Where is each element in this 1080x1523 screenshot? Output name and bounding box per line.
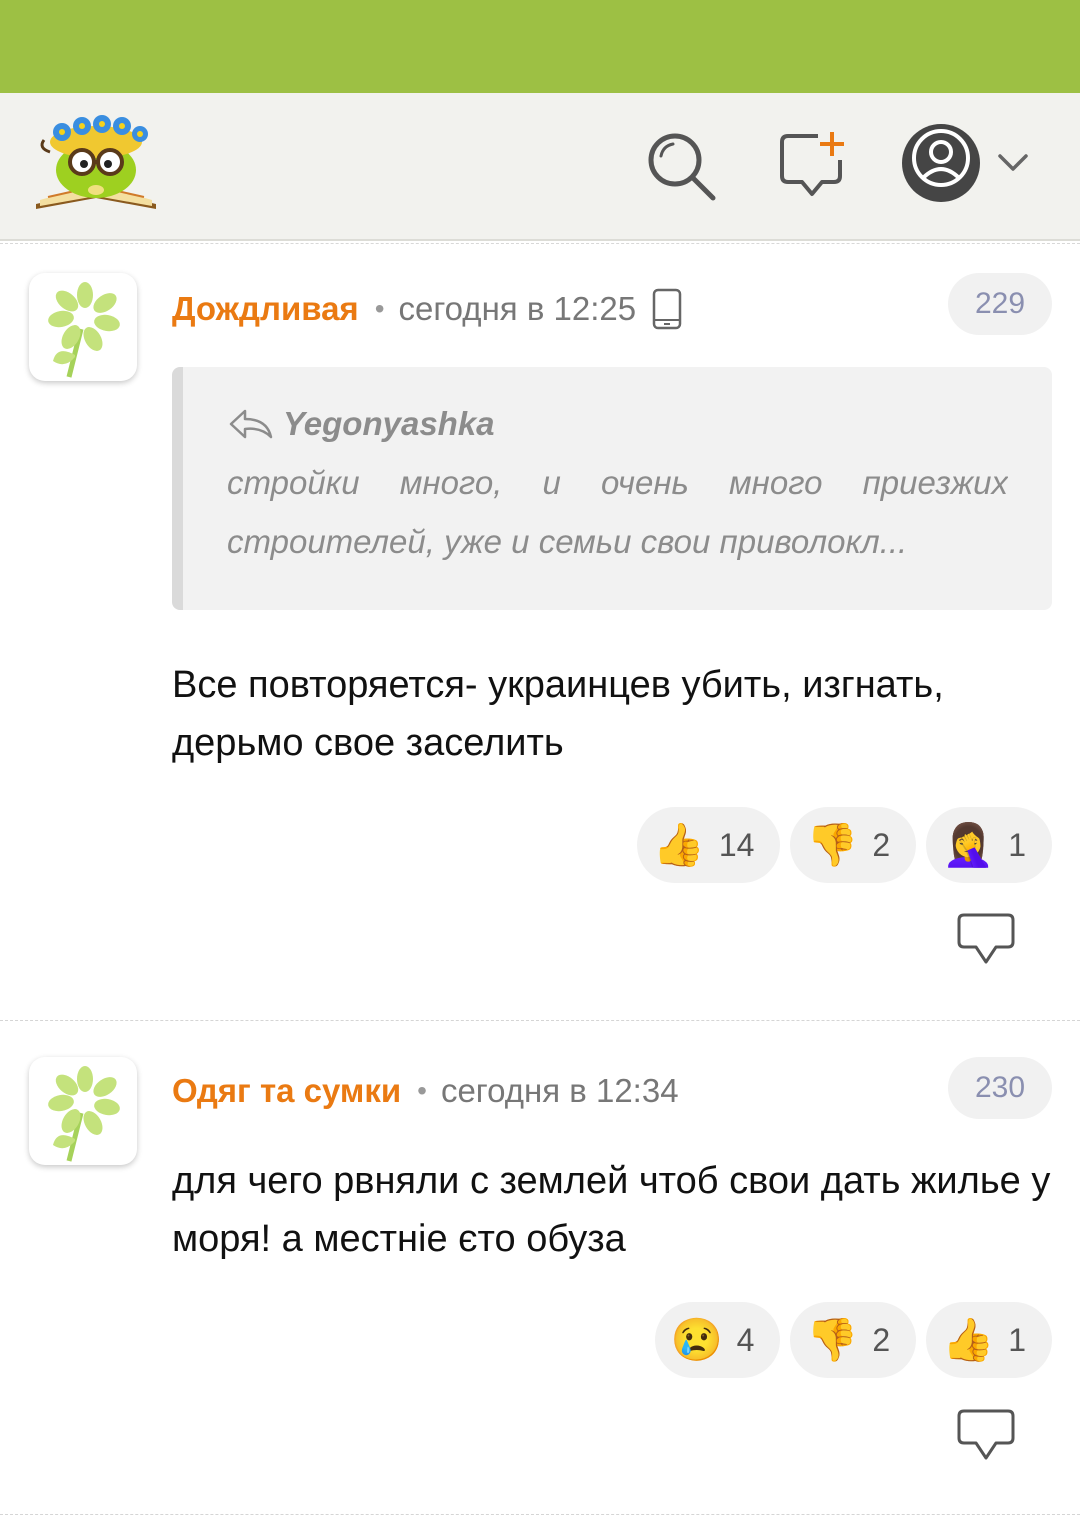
flower-icon bbox=[48, 282, 120, 378]
search-icon[interactable] bbox=[645, 130, 717, 202]
reaction-count: 2 bbox=[872, 826, 891, 863]
comment-divider bbox=[0, 1020, 1080, 1021]
new-post-icon[interactable] bbox=[778, 130, 848, 200]
comment-text: Все повторяется- украинцев убить, изгнат… bbox=[172, 664, 944, 764]
meta-separator: • bbox=[417, 1075, 427, 1106]
status-bar bbox=[0, 0, 1080, 93]
user-avatar-icon[interactable] bbox=[900, 122, 982, 204]
comment-divider bbox=[0, 1514, 1080, 1515]
reaction-count: 14 bbox=[718, 826, 755, 863]
reaction-count: 2 bbox=[872, 1321, 891, 1358]
comment-time: сегодня в 12:25 bbox=[398, 290, 637, 327]
comment-meta: Дождливая • сегодня в 12:25 bbox=[172, 288, 682, 330]
reaction-thumbs-up[interactable]: 👍 14 bbox=[636, 807, 781, 883]
thumbs-down-icon: 👎 bbox=[806, 1316, 859, 1363]
comment-time: сегодня в 12:34 bbox=[440, 1072, 679, 1109]
reaction-thumbs-up[interactable]: 👍 1 bbox=[926, 1302, 1052, 1378]
crying-face-icon: 😢 bbox=[670, 1316, 723, 1363]
quoted-reply[interactable]: Yegonyashka стройки много, и очень много… bbox=[172, 367, 1052, 610]
comment-number-badge[interactable]: 230 bbox=[948, 1057, 1052, 1119]
reactions-bar: 👍 14 👎 2 🤦‍♀️ 1 bbox=[636, 807, 1052, 883]
meta-separator: • bbox=[374, 293, 385, 324]
reaction-facepalm[interactable]: 🤦‍♀️ 1 bbox=[926, 807, 1052, 883]
flower-icon bbox=[48, 1066, 120, 1162]
author-name[interactable]: Дождливая bbox=[172, 290, 359, 328]
quote-author-name: Yegonyashka bbox=[283, 405, 495, 442]
reaction-thumbs-down[interactable]: 👎 2 bbox=[790, 807, 917, 883]
reaction-crying[interactable]: 😢 4 bbox=[654, 1302, 781, 1378]
author-name[interactable]: Одяг та сумки bbox=[172, 1072, 401, 1110]
thumbs-down-icon: 👎 bbox=[806, 821, 859, 868]
quote-text: стройки много, и очень много приезжих ст… bbox=[227, 464, 1008, 560]
reply-arrow-icon bbox=[229, 409, 273, 439]
reactions-bar: 😢 4 👎 2 👍 1 bbox=[654, 1302, 1052, 1378]
comment-text: для чего рвняли с землей чтоб свои дать … bbox=[172, 1160, 1051, 1260]
thumbs-up-icon: 👍 bbox=[942, 1316, 995, 1363]
commenter-avatar[interactable] bbox=[29, 1057, 137, 1165]
commenter-avatar[interactable] bbox=[29, 273, 137, 381]
reaction-count: 1 bbox=[1008, 826, 1026, 863]
chevron-down-icon[interactable] bbox=[996, 150, 1030, 174]
mobile-device-icon bbox=[652, 288, 682, 330]
reaction-thumbs-down[interactable]: 👎 2 bbox=[790, 1302, 917, 1378]
quote-header: Yegonyashka bbox=[227, 405, 1008, 443]
thumbs-up-icon: 👍 bbox=[652, 821, 705, 868]
site-logo[interactable] bbox=[30, 112, 162, 212]
reaction-count: 1 bbox=[1008, 1321, 1026, 1358]
reply-comment-icon[interactable] bbox=[956, 1408, 1016, 1462]
comment-number-badge[interactable]: 229 bbox=[948, 273, 1052, 335]
facepalm-icon: 🤦‍♀️ bbox=[942, 821, 995, 868]
reaction-count: 4 bbox=[736, 1321, 755, 1358]
comment-meta: Одяг та сумки • сегодня в 12:34 bbox=[172, 1072, 679, 1110]
header-divider bbox=[0, 243, 1080, 244]
reply-comment-icon[interactable] bbox=[956, 912, 1016, 966]
